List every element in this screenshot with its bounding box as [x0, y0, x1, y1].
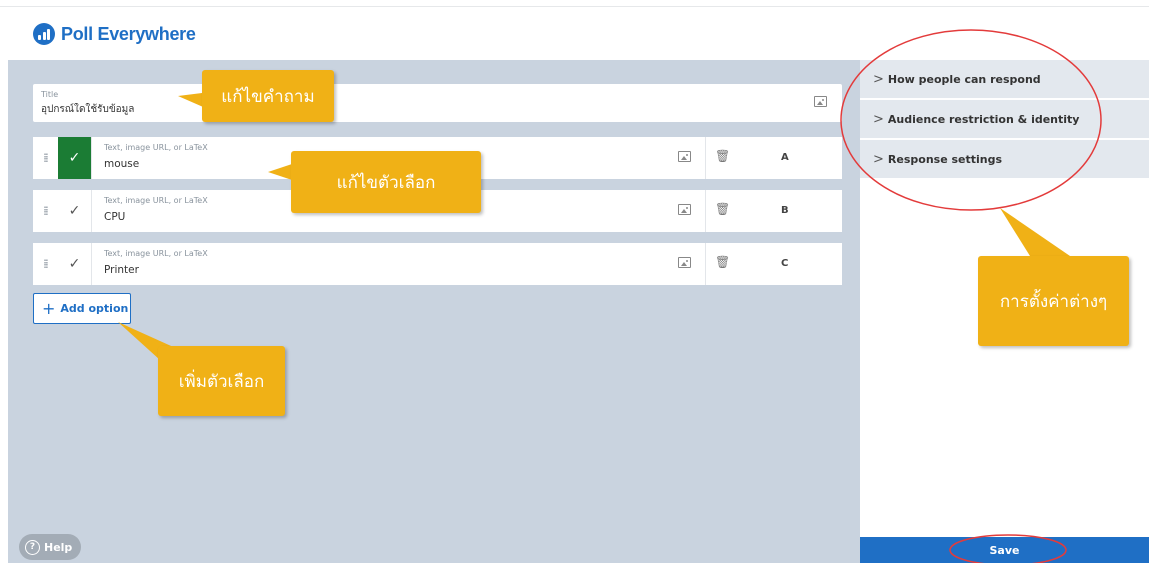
- app-root: Poll Everywhere Title อุปกรณ์ใดใช้รับข้อ…: [0, 0, 1149, 563]
- plus-icon: +: [42, 299, 56, 318]
- title-field[interactable]: Title อุปกรณ์ใดใช้รับข้อมูล: [33, 84, 842, 122]
- accordion-label: How people can respond: [887, 72, 1041, 86]
- drag-handle-icon[interactable]: ⁞⁞: [33, 243, 57, 285]
- title-field-value[interactable]: อุปกรณ์ใดใช้รับข้อมูล: [41, 102, 134, 117]
- option-input[interactable]: Printer: [104, 264, 139, 276]
- option-placeholder: Text, image URL, or LaTeX: [104, 143, 208, 152]
- title-field-label: Title: [41, 90, 59, 99]
- divider: [705, 137, 706, 179]
- correct-toggle-check-icon[interactable]: ✓: [58, 190, 92, 232]
- help-label: Help: [44, 540, 73, 554]
- logo[interactable]: Poll Everywhere: [33, 23, 196, 45]
- image-icon[interactable]: [814, 96, 827, 107]
- option-placeholder: Text, image URL, or LaTeX: [104, 196, 208, 205]
- chevron-right-icon: >: [873, 151, 884, 167]
- divider: [705, 190, 706, 232]
- add-option-label: Add option: [60, 302, 129, 315]
- callout-settings: การตั้งค่าต่างๆ: [978, 256, 1129, 346]
- accordion-label: Audience restriction & identity: [887, 112, 1080, 126]
- option-letter: A: [781, 152, 789, 163]
- question-icon: ?: [25, 539, 40, 555]
- drag-handle-icon[interactable]: ⁞⁞: [33, 137, 57, 179]
- callout-edit-options: แก้ไขตัวเลือก: [291, 151, 481, 213]
- option-row: ⁞⁞ ✓ Text, image URL, or LaTeX Printer 🗑…: [33, 243, 842, 285]
- accordion-how-people-can-respond[interactable]: > How people can respond: [860, 60, 1149, 98]
- trash-icon[interactable]: 🗑: [715, 255, 730, 269]
- trash-icon[interactable]: 🗑: [715, 149, 730, 163]
- image-icon[interactable]: [678, 151, 691, 162]
- add-option-button[interactable]: + Add option: [33, 293, 131, 324]
- accordion-response-settings[interactable]: > Response settings: [860, 140, 1149, 178]
- option-letter: B: [781, 205, 789, 216]
- trash-icon[interactable]: 🗑: [715, 202, 730, 216]
- save-button[interactable]: Save: [860, 537, 1149, 563]
- divider: [705, 243, 706, 285]
- image-icon[interactable]: [678, 204, 691, 215]
- top-header: Poll Everywhere: [0, 6, 1149, 60]
- poll-logo-icon: [33, 23, 55, 45]
- callout-add-option: เพิ่มตัวเลือก: [158, 346, 285, 416]
- help-button[interactable]: ? Help: [19, 534, 81, 560]
- correct-toggle-check-icon[interactable]: ✓: [58, 137, 92, 179]
- accordion-label: Response settings: [887, 152, 1003, 166]
- option-placeholder: Text, image URL, or LaTeX: [104, 249, 208, 258]
- accordion-audience-restriction[interactable]: > Audience restriction & identity: [860, 100, 1149, 138]
- chevron-right-icon: >: [873, 71, 884, 87]
- option-input[interactable]: mouse: [104, 158, 139, 170]
- editor-canvas: Title อุปกรณ์ใดใช้รับข้อมูล ⁞⁞ ✓ Text, i…: [8, 60, 860, 563]
- image-icon[interactable]: [678, 257, 691, 268]
- drag-handle-icon[interactable]: ⁞⁞: [33, 190, 57, 232]
- logo-text: Poll Everywhere: [61, 23, 196, 44]
- option-letter: C: [781, 258, 789, 269]
- chevron-right-icon: >: [873, 111, 884, 127]
- callout-edit-question: แก้ไขคำถาม: [202, 70, 334, 122]
- option-input[interactable]: CPU: [104, 211, 125, 223]
- correct-toggle-check-icon[interactable]: ✓: [58, 243, 92, 285]
